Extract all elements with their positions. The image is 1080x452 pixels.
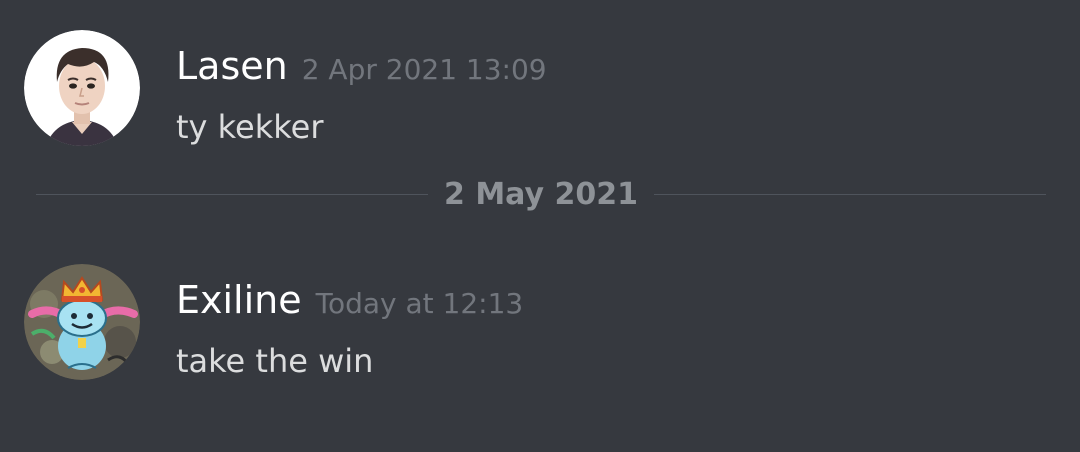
message-content: ty kekker [176,108,324,146]
divider-line-right [654,194,1046,195]
message-header: Exiline Today at 12:13 [176,274,523,326]
user-avatar-lasen[interactable] [24,30,140,146]
message-timestamp: 2 Apr 2021 13:09 [301,53,547,86]
date-divider: 2 May 2021 [36,170,1046,220]
date-divider-label: 2 May 2021 [444,177,638,212]
user-avatar-exiline[interactable] [24,264,140,380]
message-content: take the win [176,342,374,380]
message-author[interactable]: Exiline [176,274,302,326]
person-avatar-icon [24,30,140,146]
crowned-creature-avatar-icon [24,264,140,380]
message-timestamp: Today at 12:13 [315,287,524,320]
message-author[interactable]: Lasen [176,40,288,92]
message-item: Lasen 2 Apr 2021 13:09 ty kekker [0,20,1080,150]
message-item: Exiline Today at 12:13 take the win [0,254,1080,384]
chat-message-list: Lasen 2 Apr 2021 13:09 ty kekker 2 May 20… [0,0,1080,452]
message-header: Lasen 2 Apr 2021 13:09 [176,40,547,92]
divider-line-left [36,194,428,195]
